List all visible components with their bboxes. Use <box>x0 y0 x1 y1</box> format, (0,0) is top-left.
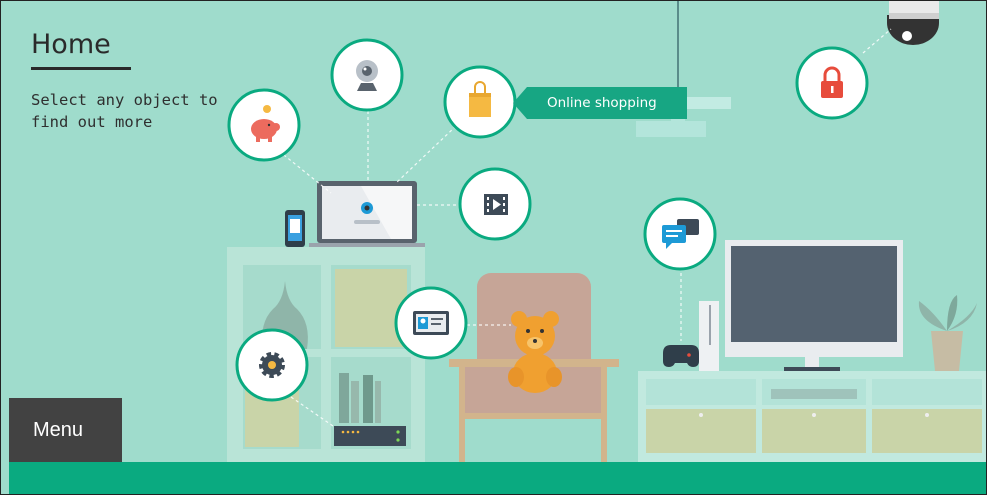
tv-cabinet <box>638 371 986 463</box>
television <box>725 240 903 371</box>
savings-hotspot[interactable] <box>227 88 301 162</box>
video-streaming-hotspot[interactable] <box>458 167 532 241</box>
security-camera <box>887 1 939 45</box>
title-underline <box>31 67 131 70</box>
gear-icon <box>259 352 285 378</box>
menu-button[interactable]: Menu <box>9 398 122 462</box>
smart-home-scene: Home Select any object to find out more … <box>0 0 987 495</box>
hotspot-tooltip: Online shopping <box>513 87 687 119</box>
film-icon <box>484 194 508 215</box>
smartphone <box>285 210 305 247</box>
laptop <box>309 181 425 247</box>
online-shopping-hotspot[interactable] <box>443 65 517 139</box>
webcam-hotspot[interactable] <box>330 38 404 112</box>
messaging-hotspot[interactable] <box>643 197 717 271</box>
bottom-bar <box>9 462 986 494</box>
settings-hotspot[interactable] <box>235 328 309 402</box>
page-subtitle: Select any object to find out more <box>31 91 218 131</box>
identity-hotspot[interactable] <box>394 286 468 360</box>
security-hotspot[interactable] <box>795 46 869 120</box>
id-card-icon <box>413 311 449 335</box>
page-title: Home <box>31 29 111 60</box>
